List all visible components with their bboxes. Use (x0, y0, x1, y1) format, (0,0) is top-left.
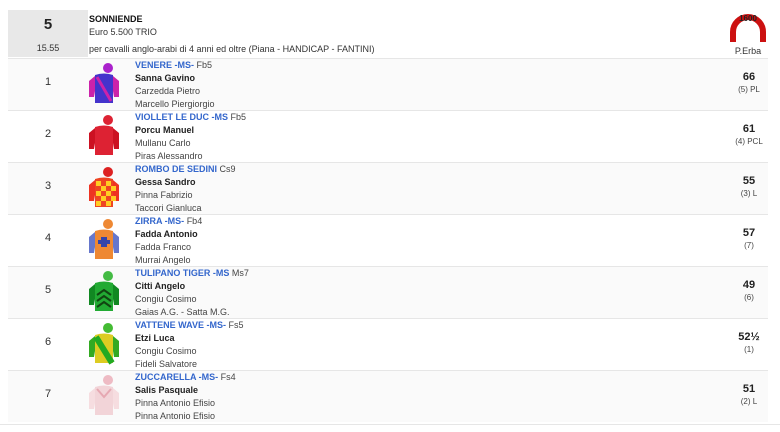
race-prize: Euro 5.500 TRIO (89, 27, 157, 37)
runner-gate: (5) PL (738, 85, 760, 94)
jockey-silks-icon (87, 113, 121, 159)
race-number: 5 (43, 16, 53, 33)
trainer-name: Gaias A.G. - Satta M.G. (135, 307, 230, 317)
race-time: 15.55 (36, 43, 60, 53)
runner-number: 4 (44, 232, 52, 244)
runner-gate: (7) (744, 241, 754, 250)
runner-weight: 61 (742, 123, 756, 135)
runner-row[interactable]: 6 VATTENE WAVE -MS- Fs5 Etzi Luca Congiu… (8, 318, 768, 370)
runner-gate: (2) L (740, 397, 758, 406)
runner-row[interactable]: 1 VENERE -MS- Fb5 Sanna Gavino Carzedda … (8, 58, 768, 110)
runner-gate: (6) (744, 293, 754, 302)
owner-name: Congiu Cosimo (135, 294, 197, 304)
runner-number: 5 (44, 284, 52, 296)
horse-code: Fb4 (186, 216, 203, 226)
jockey-name: Gessa Sandro (135, 177, 196, 187)
jockey-name: Porcu Manuel (135, 125, 195, 135)
runner-row[interactable]: 7 ZUCCARELLA -MS- Fs4 Salis Pasquale Pin… (8, 370, 768, 422)
horse-name-link[interactable]: ROMBO DE SEDINI (135, 164, 217, 174)
horse-code: Fb5 (230, 112, 247, 122)
horse-entry[interactable]: ZIRRA -MS- Fb4 (135, 216, 202, 226)
horse-entry[interactable]: ZUCCARELLA -MS- Fs4 (135, 372, 236, 382)
runner-weight: 57 (742, 227, 756, 239)
jockey-name: Citti Angelo (135, 281, 186, 291)
owner-name: Fadda Franco (135, 242, 192, 252)
horse-name-link[interactable]: VATTENE WAVE -MS- (135, 320, 226, 330)
runner-number: 7 (44, 388, 52, 400)
horse-name-link[interactable]: VIOLLET LE DUC -MS (135, 112, 228, 122)
horse-name-link[interactable]: ZIRRA -MS- (135, 216, 184, 226)
jockey-silks-icon (87, 321, 121, 367)
horse-name-link[interactable]: VENERE -MS- (135, 60, 194, 70)
horse-code: Ms7 (231, 268, 249, 278)
runner-weight: 66 (742, 71, 756, 83)
owner-name: Carzedda Pietro (135, 86, 201, 96)
track-shape-icon: 1600 (730, 14, 766, 42)
runner-number: 6 (44, 336, 52, 348)
owner-name: Pinna Antonio Efisio (135, 398, 216, 408)
runner-row[interactable]: 4 ZIRRA -MS- Fb4 Fadda Antonio Fadda Fra… (8, 214, 768, 266)
runner-row[interactable]: 2 VIOLLET LE DUC -MS Fb5 Porcu Manuel Mu… (8, 110, 768, 162)
runner-gate: (3) L (740, 189, 758, 198)
trainer-name: Piras Alessandro (135, 151, 203, 161)
runner-row[interactable]: 5 TULIPANO TIGER -MS Ms7 Citti Angelo Co… (8, 266, 768, 318)
trainer-name: Fideli Salvatore (135, 359, 198, 369)
race-name: SONNIENDE (89, 14, 143, 24)
runner-weight: 51 (742, 383, 756, 395)
owner-name: Congiu Cosimo (135, 346, 197, 356)
horse-name-link[interactable]: ZUCCARELLA -MS- (135, 372, 218, 382)
horse-code: Cs9 (219, 164, 236, 174)
jockey-silks-icon (87, 269, 121, 315)
horse-name-link[interactable]: TULIPANO TIGER -MS (135, 268, 229, 278)
runner-weight: 52½ (738, 331, 760, 343)
horse-entry[interactable]: VATTENE WAVE -MS- Fs5 (135, 320, 244, 330)
horse-code: Fs5 (228, 320, 244, 330)
horse-entry[interactable]: VENERE -MS- Fb5 (135, 60, 212, 70)
runner-row[interactable]: 3 ROMBO DE SEDINI Cs9 Gessa Sandro Pinna… (8, 162, 768, 214)
trainer-name: Murrai Angelo (135, 255, 191, 265)
jockey-name: Sanna Gavino (135, 73, 196, 83)
jockey-silks-icon (87, 373, 121, 419)
horse-entry[interactable]: VIOLLET LE DUC -MS Fb5 (135, 112, 246, 122)
race-header: 5 15.55 SONNIENDE Euro 5.500 TRIO per ca… (8, 10, 768, 58)
runner-weight: 49 (742, 279, 756, 291)
race-card: 5 15.55 SONNIENDE Euro 5.500 TRIO per ca… (8, 10, 768, 422)
runner-number: 1 (44, 76, 52, 88)
jockey-name: Fadda Antonio (135, 229, 198, 239)
track-info: 1600 P.Erba (724, 12, 772, 56)
runner-number: 2 (44, 128, 52, 140)
horse-code: Fs4 (220, 372, 236, 382)
horse-entry[interactable]: ROMBO DE SEDINI Cs9 (135, 164, 236, 174)
race-number-box: 5 15.55 (8, 10, 88, 57)
owner-name: Mullanu Carlo (135, 138, 191, 148)
runner-gate: (4) PCL (735, 137, 763, 146)
jockey-name: Etzi Luca (135, 333, 175, 343)
jockey-silks-icon (87, 61, 121, 107)
runners-list: 1 VENERE -MS- Fb5 Sanna Gavino Carzedda … (8, 58, 768, 422)
divider (0, 424, 780, 425)
jockey-silks-icon (87, 165, 121, 211)
jockey-name: Salis Pasquale (135, 385, 199, 395)
runner-number: 3 (44, 180, 52, 192)
jockey-silks-icon (87, 217, 121, 263)
horse-entry[interactable]: TULIPANO TIGER -MS Ms7 (135, 268, 249, 278)
trainer-name: Pinna Antonio Efisio (135, 411, 216, 421)
runner-gate: (1) (744, 345, 754, 354)
trainer-name: Taccori Gianluca (135, 203, 202, 213)
runner-weight: 55 (742, 175, 756, 187)
race-description: per cavalli anglo-arabi di 4 anni ed olt… (89, 44, 375, 54)
track-distance: 1600 (739, 14, 757, 23)
track-name: P.Erba (734, 46, 762, 56)
trainer-name: Marcello Piergiorgio (135, 99, 215, 109)
owner-name: Pinna Fabrizio (135, 190, 193, 200)
horse-code: Fb5 (196, 60, 213, 70)
